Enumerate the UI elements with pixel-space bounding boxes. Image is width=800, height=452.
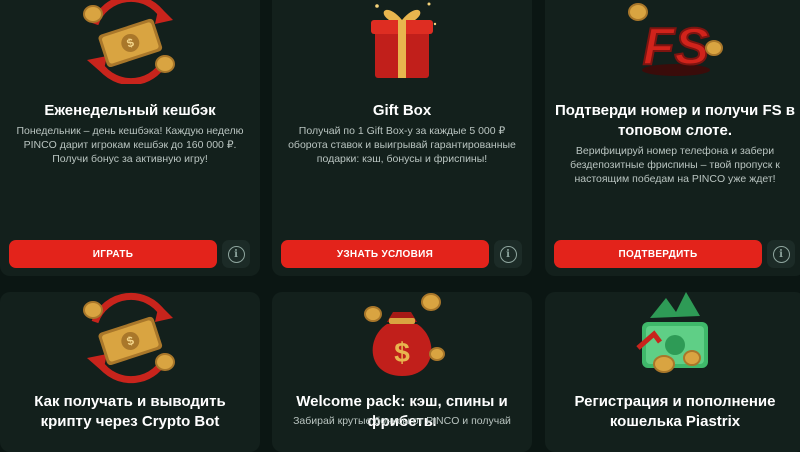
card-description: Верифицируй номер телефона и забери безд…: [570, 145, 780, 185]
info-button[interactable]: i: [767, 240, 795, 268]
info-icon: i: [499, 245, 517, 263]
info-button[interactable]: i: [222, 240, 250, 268]
fs-icon: FS: [628, 3, 723, 77]
card-title: Регистрация и пополнение кошелька Piastr…: [574, 393, 776, 430]
confirm-button[interactable]: ПОДТВЕРДИТЬ: [554, 240, 762, 268]
promo-card-crypto-bot: $ Как получать и выводить крипту через C…: [0, 292, 260, 452]
cashback-icon: $: [83, 292, 175, 384]
gift-box-icon: [371, 2, 437, 78]
promo-card-weekly-cashback: $ Еженедельный кешбэк Понедельник – день…: [0, 0, 260, 276]
wallet-money-icon: [636, 292, 708, 373]
card-title: Еженедельный кешбэк: [44, 102, 216, 119]
promo-card-verify-phone: FS Подтверди номер и получи FS в топовом…: [545, 0, 800, 276]
learn-conditions-button[interactable]: УЗНАТЬ УСЛОВИЯ: [281, 240, 489, 268]
play-button[interactable]: ИГРАТЬ: [9, 240, 217, 268]
card-description: Получай по 1 Gift Box-у за каждые 5 000 …: [288, 125, 516, 165]
info-button[interactable]: i: [494, 240, 522, 268]
money-bag-icon: $: [364, 293, 445, 376]
card-description: Понедельник – день кешбэка! Каждую недел…: [16, 125, 244, 165]
promo-card-piastrix: Регистрация и пополнение кошелька Piastr…: [545, 292, 800, 452]
card-title: Подтверди номер и получи FS в топовом сл…: [554, 102, 796, 139]
promo-card-gift-box: Gift Box Получай по 1 Gift Box-у за кажд…: [272, 0, 532, 276]
card-title: Gift Box: [372, 102, 432, 119]
cashback-icon: $: [83, 0, 175, 84]
promo-card-welcome-pack: $ Welcome pack: кэш, спины и фрибеты Заб…: [272, 292, 532, 452]
svg-text:$: $: [394, 337, 410, 368]
svg-text:FS: FS: [643, 18, 710, 76]
card-title: Как получать и выводить крипту через Cry…: [34, 393, 226, 430]
info-icon: i: [772, 245, 790, 263]
info-icon: i: [227, 245, 245, 263]
